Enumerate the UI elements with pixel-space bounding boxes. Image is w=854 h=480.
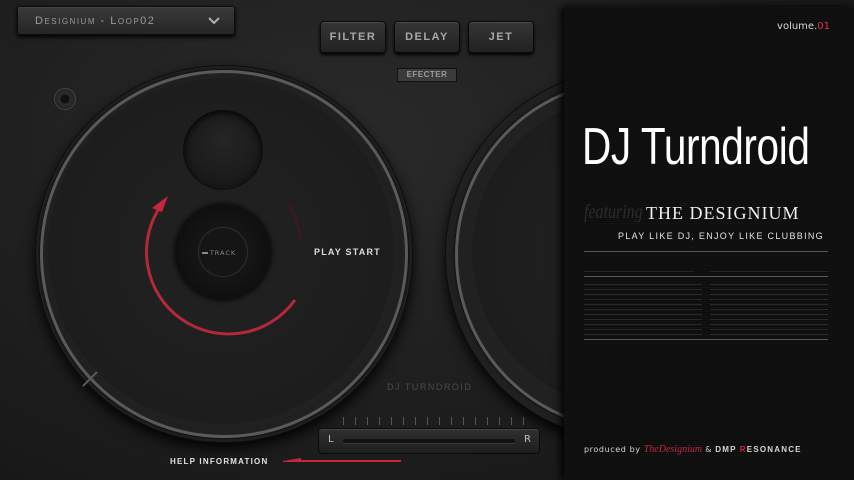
crossfader-left-label: L <box>328 434 334 445</box>
featuring-label: featuring <box>584 201 643 223</box>
crossfader-track[interactable] <box>343 439 515 443</box>
crossfader[interactable]: L R <box>318 428 540 454</box>
resonance-initial: R <box>739 445 747 454</box>
divider <box>584 339 828 340</box>
cover-panel[interactable]: volume.01 DJ Turndroid featuring THE DES… <box>564 7 854 480</box>
help-arrow-icon <box>283 458 401 462</box>
fine-print <box>584 257 694 272</box>
cover-tagline: PLAY LIKE DJ, ENJOY LIKE CLUBBING <box>618 231 824 241</box>
crossfader-ticks <box>343 417 525 425</box>
volume-number: 01 <box>817 21 830 32</box>
cover-subtitle: THE DESIGNIUM <box>646 203 800 223</box>
volume-prefix: volume. <box>777 21 818 32</box>
credits-ampersand: & <box>705 445 713 454</box>
volume-label: volume.01 <box>777 21 830 32</box>
track-button[interactable]: TRACK <box>198 227 248 277</box>
designium-logo: TheDesignium <box>643 444 703 455</box>
produced-by-label: produced by <box>584 445 641 454</box>
dmp-label: DMP <box>715 445 737 454</box>
resonance-label: ESONANCE <box>746 445 802 454</box>
cover-title: DJ Turndroid <box>582 118 810 176</box>
crossfader-right-label: R <box>524 434 531 445</box>
fine-print <box>710 257 828 272</box>
fine-print <box>584 283 702 335</box>
fine-print <box>710 283 828 335</box>
dj-app: Designium - Loop02 FILTER DELAY JET EFEC… <box>0 0 854 480</box>
divider <box>584 251 828 252</box>
credits: produced by TheDesignium & DMP RESONANCE <box>584 444 802 455</box>
play-start-label[interactable]: PLAY START <box>314 247 381 257</box>
divider <box>584 276 828 277</box>
help-information-link[interactable]: HELP INFORMATION <box>170 457 268 466</box>
deck-brand-label: DJ TURNDROID <box>387 382 473 392</box>
